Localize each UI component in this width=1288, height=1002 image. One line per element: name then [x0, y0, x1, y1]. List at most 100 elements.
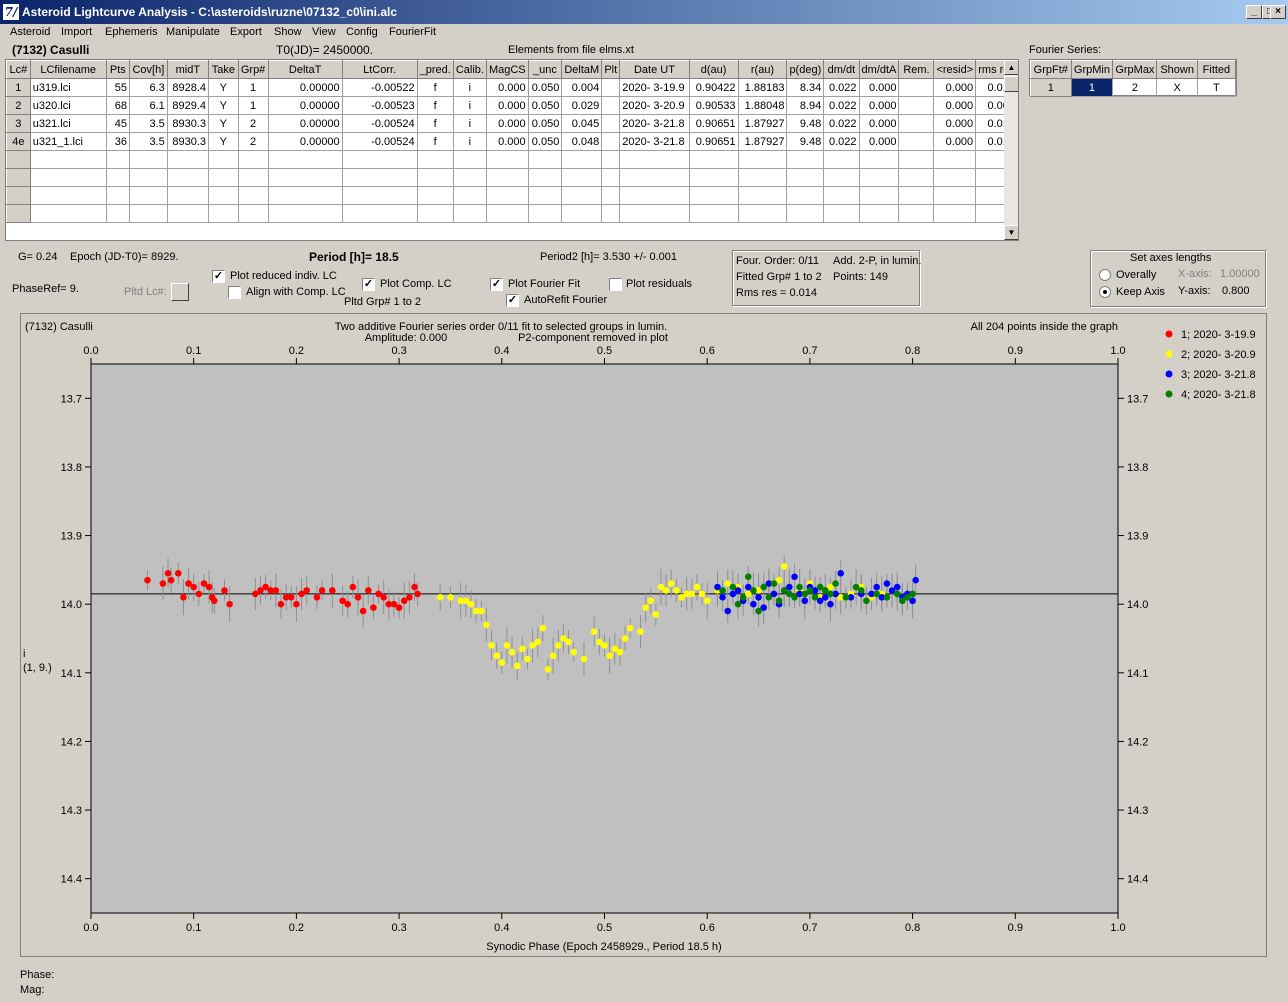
- column-header[interactable]: Take: [208, 60, 239, 79]
- table-cell[interactable]: Y: [208, 114, 239, 133]
- table-cell[interactable]: [823, 150, 860, 169]
- table-cell[interactable]: [786, 204, 825, 223]
- column-header[interactable]: Cov[h]: [129, 60, 168, 79]
- table-cell[interactable]: [166, 204, 210, 223]
- table-cell[interactable]: Y: [208, 78, 239, 97]
- table-cell[interactable]: [29, 168, 107, 187]
- table-cell[interactable]: 0.000: [858, 78, 900, 97]
- table-cell[interactable]: [737, 186, 788, 205]
- table-cell[interactable]: 0.00000: [267, 114, 343, 133]
- fourier-column-header[interactable]: GrpMin: [1070, 60, 1114, 79]
- table-cell[interactable]: [898, 78, 935, 97]
- column-header[interactable]: p(deg): [786, 60, 825, 79]
- column-header[interactable]: d(au): [688, 60, 739, 79]
- table-cell[interactable]: 0.000: [858, 96, 900, 115]
- column-header[interactable]: _pred.: [416, 60, 454, 79]
- table-cell[interactable]: [898, 132, 935, 151]
- table-cell[interactable]: 2020- 3-21.8: [619, 114, 690, 133]
- table-cell[interactable]: [898, 114, 935, 133]
- table-cell[interactable]: [237, 186, 269, 205]
- table-cell[interactable]: [29, 150, 107, 169]
- table-cell[interactable]: i: [452, 78, 487, 97]
- table-cell[interactable]: [166, 150, 210, 169]
- table-cell[interactable]: u320.lci: [29, 96, 107, 115]
- table-cell[interactable]: [105, 168, 131, 187]
- table-cell[interactable]: [619, 186, 690, 205]
- table-cell[interactable]: -0.00522: [341, 78, 418, 97]
- column-header[interactable]: LtCorr.: [341, 60, 418, 79]
- column-header[interactable]: Pts: [105, 60, 131, 79]
- table-cell[interactable]: [237, 204, 269, 223]
- table-cell[interactable]: [688, 150, 739, 169]
- table-cell[interactable]: [341, 168, 418, 187]
- table-cell[interactable]: [898, 204, 935, 223]
- table-cell[interactable]: 0.050: [527, 96, 563, 115]
- table-cell[interactable]: 0.90651: [688, 114, 739, 133]
- table-cell[interactable]: 4e: [6, 132, 31, 151]
- table-cell[interactable]: 0.022: [823, 96, 860, 115]
- column-header[interactable]: _unc: [527, 60, 563, 79]
- table-cell[interactable]: [858, 204, 900, 223]
- column-header[interactable]: Grp#: [237, 60, 269, 79]
- table-cell[interactable]: [737, 204, 788, 223]
- table-cell[interactable]: -0.00524: [341, 114, 418, 133]
- table-cell[interactable]: [267, 168, 343, 187]
- column-header[interactable]: LCfilename: [29, 60, 107, 79]
- table-cell[interactable]: 3.5: [129, 114, 168, 133]
- column-header[interactable]: Plt: [601, 60, 621, 79]
- table-cell[interactable]: 2: [237, 132, 269, 151]
- table-cell[interactable]: f: [416, 114, 454, 133]
- table-cell[interactable]: 0.000: [485, 132, 529, 151]
- table-cell[interactable]: 0.90422: [688, 78, 739, 97]
- table-cell[interactable]: [601, 78, 621, 97]
- table-cell[interactable]: [341, 150, 418, 169]
- table-cell[interactable]: 1.88048: [737, 96, 788, 115]
- table-cell[interactable]: 36: [105, 132, 131, 151]
- fourier-column-header[interactable]: GrpFt#: [1030, 60, 1072, 79]
- table-cell[interactable]: [527, 150, 563, 169]
- table-cell[interactable]: 45: [105, 114, 131, 133]
- menu-import[interactable]: Import: [61, 26, 92, 38]
- table-cell[interactable]: [237, 150, 269, 169]
- scroll-down-icon[interactable]: ▼: [1004, 225, 1018, 240]
- table-cell[interactable]: [619, 168, 690, 187]
- table-cell[interactable]: [416, 168, 454, 187]
- table-cell[interactable]: [527, 204, 563, 223]
- table-cell[interactable]: [527, 186, 563, 205]
- table-cell[interactable]: [601, 96, 621, 115]
- column-header[interactable]: Date UT: [619, 60, 690, 79]
- table-cell[interactable]: 8.94: [786, 96, 825, 115]
- table-cell[interactable]: 0.000: [933, 114, 977, 133]
- column-header[interactable]: DeltaM: [561, 60, 603, 79]
- table-cell[interactable]: 0.000: [485, 78, 529, 97]
- fourier-column-header[interactable]: Fitted: [1196, 60, 1237, 79]
- table-cell[interactable]: [786, 186, 825, 205]
- table-cell[interactable]: i: [452, 96, 487, 115]
- column-header[interactable]: MagCS: [485, 60, 529, 79]
- table-cell[interactable]: 1.87927: [737, 132, 788, 151]
- table-cell[interactable]: [688, 168, 739, 187]
- scroll-thumb[interactable]: [1004, 76, 1018, 92]
- table-cell[interactable]: 8928.4: [166, 78, 210, 97]
- table-row[interactable]: [6, 150, 1018, 169]
- table-cell[interactable]: [6, 150, 31, 169]
- align-comp-checkbox[interactable]: [228, 286, 241, 299]
- table-cell[interactable]: 1: [237, 96, 269, 115]
- table-cell[interactable]: 8930.3: [166, 132, 210, 151]
- table-cell[interactable]: [29, 186, 107, 205]
- table-cell[interactable]: [208, 186, 239, 205]
- table-cell[interactable]: 2020- 3-21.8: [619, 132, 690, 151]
- table-cell[interactable]: [129, 186, 168, 205]
- table-cell[interactable]: [619, 204, 690, 223]
- table-cell[interactable]: [561, 204, 603, 223]
- close-button[interactable]: ×: [1270, 5, 1286, 19]
- table-cell[interactable]: [858, 186, 900, 205]
- table-cell[interactable]: 6.3: [129, 78, 168, 97]
- table-cell[interactable]: 6.1: [129, 96, 168, 115]
- table-cell[interactable]: [561, 186, 603, 205]
- table-cell[interactable]: 9.48: [786, 132, 825, 151]
- table-cell[interactable]: 0.000: [858, 132, 900, 151]
- table-cell[interactable]: 0.050: [527, 114, 563, 133]
- table-cell[interactable]: [341, 186, 418, 205]
- table-row[interactable]: [6, 204, 1018, 223]
